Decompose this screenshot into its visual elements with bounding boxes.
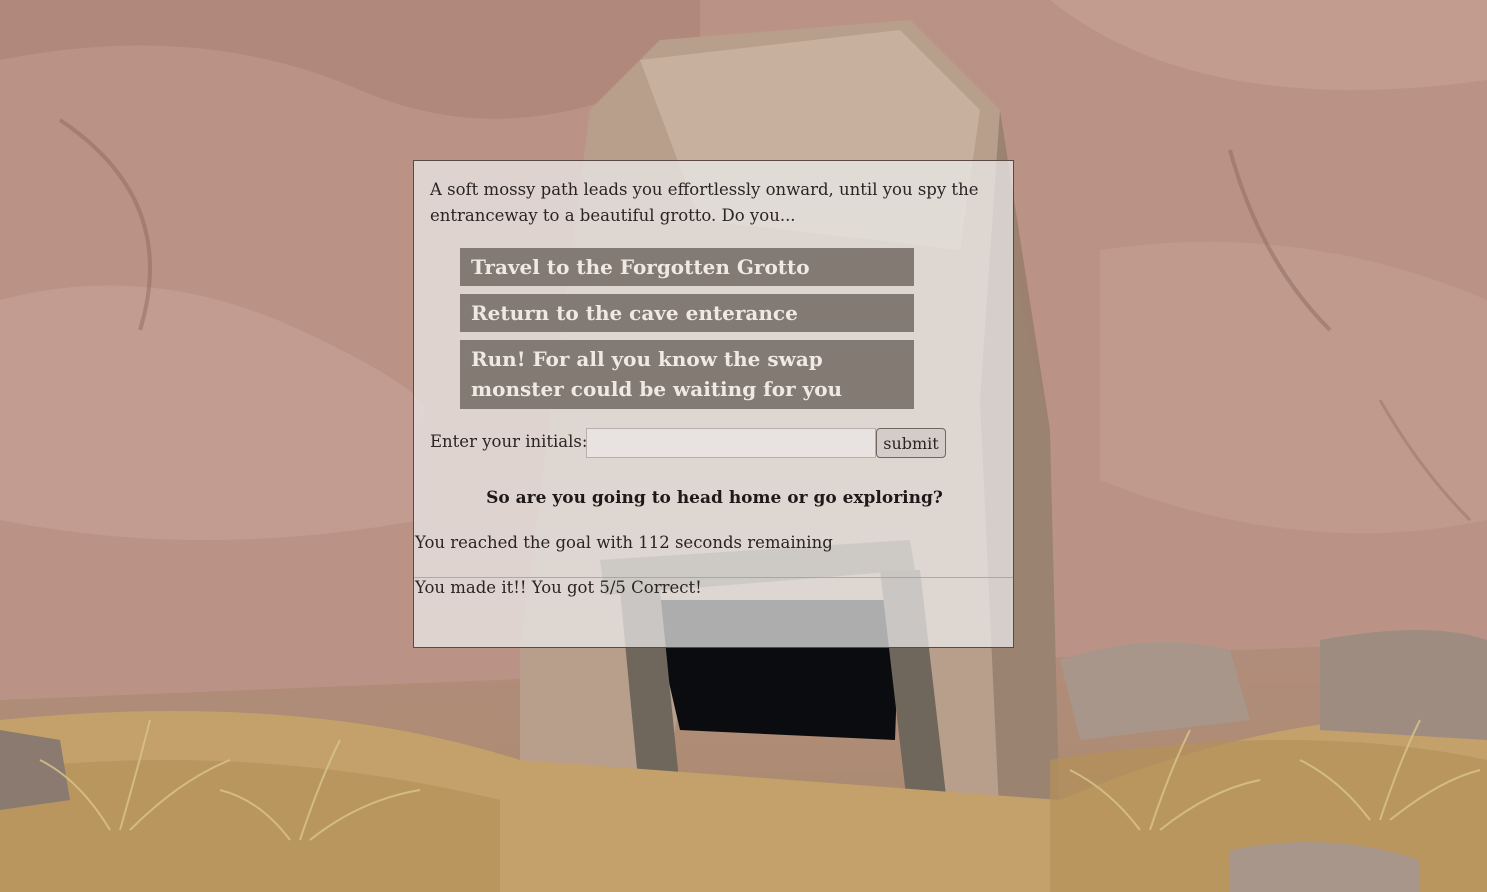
initials-form: Enter your initials: submit bbox=[430, 428, 990, 458]
story-panel: A soft mossy path leads you effortlessly… bbox=[413, 160, 1014, 648]
initials-input[interactable] bbox=[586, 428, 876, 458]
question-heading: So are you going to head home or go expl… bbox=[414, 488, 1015, 508]
choice-button-run[interactable]: Run! For all you know the swap monster c… bbox=[460, 340, 914, 409]
choice-button-forgotten-grotto[interactable]: Travel to the Forgotten Grotto bbox=[460, 248, 914, 286]
submit-button[interactable]: submit bbox=[876, 428, 946, 458]
choice-button-return-cave[interactable]: Return to the cave enterance bbox=[460, 294, 914, 332]
result-status-text: You made it!! You got 5/5 Correct! bbox=[415, 578, 702, 597]
initials-label: Enter your initials: bbox=[430, 432, 588, 451]
question-text: So are you going to head home or go expl… bbox=[486, 488, 943, 508]
story-prompt: A soft mossy path leads you effortlessly… bbox=[430, 180, 979, 225]
goal-status-text: You reached the goal with 112 seconds re… bbox=[415, 533, 833, 552]
